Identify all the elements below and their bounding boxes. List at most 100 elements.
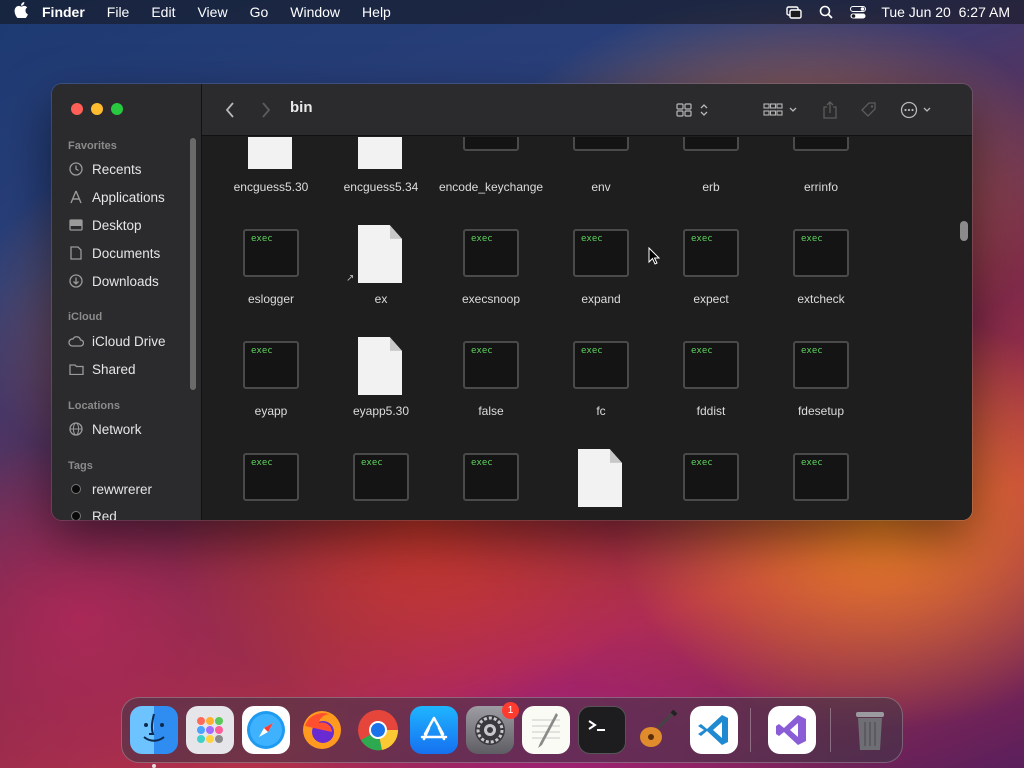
dock-textedit[interactable] bbox=[522, 706, 570, 754]
sidebar-item-network[interactable]: Network bbox=[68, 417, 193, 441]
file-item[interactable]: exec fc bbox=[546, 341, 656, 421]
view-mode-button[interactable] bbox=[674, 98, 712, 122]
dock-separator bbox=[830, 708, 831, 752]
dock-terminal[interactable] bbox=[578, 706, 626, 754]
menu-window[interactable]: Window bbox=[290, 4, 340, 20]
file-item[interactable]: exec bbox=[766, 453, 876, 520]
file-item[interactable]: errinfo bbox=[766, 137, 876, 207]
sidebar-item-documents[interactable]: Documents bbox=[68, 241, 193, 265]
dock-app-store[interactable] bbox=[410, 706, 458, 754]
spotlight-search-icon[interactable] bbox=[817, 5, 835, 19]
screen-mirroring-icon[interactable] bbox=[785, 5, 803, 19]
sidebar-heading-icloud: iCloud bbox=[68, 311, 103, 323]
file-item[interactable]: encguess5.34 bbox=[326, 137, 436, 207]
sidebar-tag-red[interactable]: Red bbox=[68, 504, 193, 520]
chevron-left-icon bbox=[225, 102, 234, 118]
forward-button[interactable] bbox=[256, 98, 276, 122]
sidebar-item-label: Documents bbox=[92, 245, 161, 261]
file-item[interactable]: exec expand bbox=[546, 229, 656, 309]
control-center-icon[interactable] bbox=[849, 5, 867, 19]
dock-firefox[interactable] bbox=[298, 706, 346, 754]
app-store-icon bbox=[420, 716, 448, 741]
dock-visual-studio[interactable] bbox=[768, 706, 816, 754]
executable-file-icon bbox=[463, 137, 519, 151]
content-scrollbar[interactable] bbox=[960, 221, 968, 241]
menu-edit[interactable]: Edit bbox=[151, 4, 175, 20]
zoom-button[interactable] bbox=[111, 103, 123, 115]
file-item[interactable]: ↗ ex bbox=[326, 225, 436, 309]
sidebar-tag-rewwrerer[interactable]: rewwrerer bbox=[68, 477, 193, 501]
document-file-icon bbox=[248, 137, 292, 169]
tags-button[interactable] bbox=[858, 98, 880, 122]
file-item[interactable]: encguess5.30 bbox=[216, 137, 326, 207]
file-item[interactable]: exec bbox=[436, 453, 546, 520]
sidebar-item-applications[interactable]: Applications bbox=[68, 185, 193, 209]
file-item[interactable]: exec bbox=[656, 453, 766, 520]
sidebar-item-label: Shared bbox=[92, 361, 136, 377]
firefox-icon bbox=[303, 711, 341, 749]
dock-launchpad[interactable] bbox=[186, 706, 234, 754]
executable-file-icon: exec bbox=[793, 341, 849, 389]
apple-menu-icon[interactable] bbox=[14, 2, 38, 22]
file-name: eslogger bbox=[247, 292, 295, 306]
file-item[interactable]: exec extcheck bbox=[766, 229, 876, 309]
sidebar-item-icloud-drive[interactable]: iCloud Drive bbox=[68, 329, 193, 353]
executable-file-icon: exec bbox=[683, 229, 739, 277]
terminal-prompt-icon bbox=[588, 720, 605, 731]
menu-file[interactable]: File bbox=[107, 4, 130, 20]
file-name: expect bbox=[693, 292, 729, 306]
share-button[interactable] bbox=[820, 98, 840, 122]
dock-safari[interactable] bbox=[242, 706, 290, 754]
file-item[interactable]: exec execsnoop bbox=[436, 229, 546, 309]
finder-window: Favorites Recents Applications Desktop D… bbox=[52, 84, 972, 520]
sidebar-item-label: Applications bbox=[92, 189, 165, 205]
dock-finder[interactable] bbox=[130, 706, 178, 768]
file-name: fddist bbox=[696, 404, 726, 418]
dock: 1 bbox=[121, 697, 903, 768]
back-button[interactable] bbox=[220, 98, 240, 122]
close-button[interactable] bbox=[71, 103, 83, 115]
sidebar-item-label: Downloads bbox=[92, 273, 159, 289]
executable-file-icon: exec bbox=[243, 453, 299, 501]
file-item[interactable] bbox=[546, 449, 656, 520]
executable-file-icon: exec bbox=[463, 453, 519, 501]
sidebar-item-shared[interactable]: Shared bbox=[68, 357, 193, 381]
file-item[interactable]: exec expect bbox=[656, 229, 766, 309]
executable-file-icon: exec bbox=[683, 341, 739, 389]
file-item[interactable]: exec bbox=[326, 453, 436, 520]
notification-badge: 1 bbox=[502, 702, 519, 719]
sidebar-item-desktop[interactable]: Desktop bbox=[68, 213, 193, 237]
dock-trash[interactable] bbox=[846, 706, 894, 754]
file-item[interactable]: exec bbox=[216, 453, 326, 520]
dock-system-settings[interactable]: 1 bbox=[466, 702, 519, 754]
sidebar-item-label: Desktop bbox=[92, 217, 142, 233]
app-menu-finder[interactable]: Finder bbox=[42, 4, 85, 20]
executable-file-icon bbox=[683, 137, 739, 151]
menu-help[interactable]: Help bbox=[362, 4, 391, 20]
action-menu-button[interactable] bbox=[899, 98, 937, 122]
sidebar-item-recents[interactable]: Recents bbox=[68, 157, 193, 181]
dock-chrome[interactable] bbox=[354, 706, 402, 754]
group-by-button[interactable] bbox=[762, 98, 800, 122]
menu-view[interactable]: View bbox=[197, 4, 227, 20]
window-controls bbox=[71, 103, 123, 115]
file-item[interactable]: exec eyapp bbox=[216, 341, 326, 421]
file-item[interactable]: encode_keychange bbox=[436, 137, 546, 207]
sidebar-scrollbar[interactable] bbox=[190, 138, 196, 390]
file-item[interactable]: env bbox=[546, 137, 656, 207]
sidebar-item-label: rewwrerer bbox=[92, 481, 153, 497]
dock-garageband[interactable] bbox=[634, 706, 682, 754]
file-item[interactable]: exec fdesetup bbox=[766, 341, 876, 421]
file-item[interactable]: exec eslogger bbox=[216, 229, 326, 309]
dock-vscode[interactable] bbox=[690, 706, 738, 754]
sidebar-item-downloads[interactable]: Downloads bbox=[68, 269, 193, 293]
file-item[interactable]: erb bbox=[656, 137, 766, 207]
file-item[interactable]: eyapp5.30 bbox=[326, 337, 436, 421]
file-item[interactable]: exec false bbox=[436, 341, 546, 421]
file-item[interactable]: exec fddist bbox=[656, 341, 766, 421]
sidebar: Favorites Recents Applications Desktop D… bbox=[52, 84, 202, 520]
minimize-button[interactable] bbox=[91, 103, 103, 115]
ellipsis-circle-icon bbox=[900, 101, 931, 119]
menubar-clock[interactable]: Tue Jun 20 6:27 AM bbox=[881, 4, 1010, 20]
menu-go[interactable]: Go bbox=[250, 4, 269, 20]
